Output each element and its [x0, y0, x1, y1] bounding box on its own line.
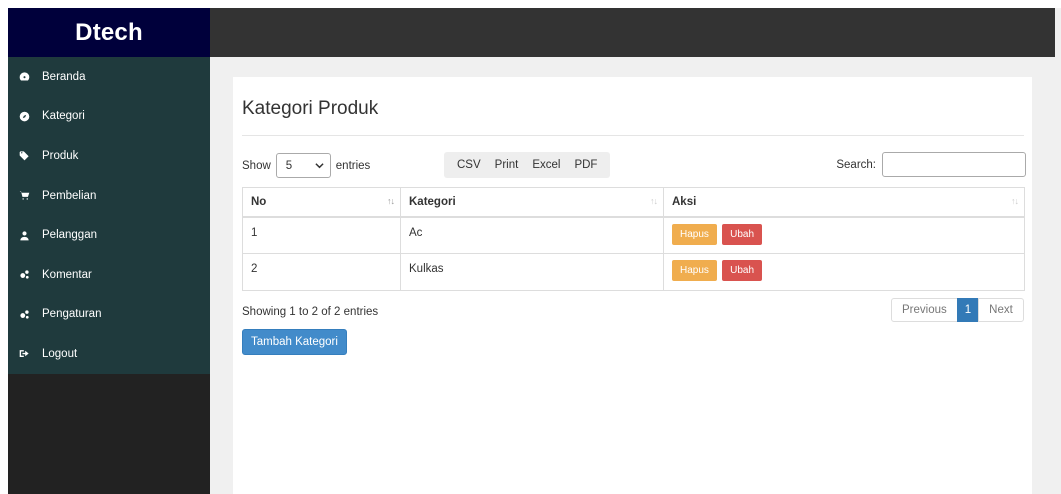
- sidebar-item-pengaturan[interactable]: Pengaturan: [8, 295, 210, 335]
- column-header-no[interactable]: No ↑↓: [242, 187, 401, 218]
- sort-icon: ↑↓: [650, 196, 658, 206]
- chevron-down-icon: [315, 163, 324, 169]
- column-header-aksi[interactable]: Aksi ↑↓: [663, 187, 1025, 218]
- sign-out-icon: [18, 348, 30, 360]
- column-header-kategori[interactable]: Kategori ↑↓: [400, 187, 664, 218]
- entries-length-control: Show 5 entries: [242, 153, 370, 178]
- hapus-button[interactable]: Hapus: [672, 223, 717, 245]
- print-button[interactable]: Print: [488, 159, 526, 171]
- csv-button[interactable]: CSV: [450, 159, 488, 171]
- page-scrollbar[interactable]: [1055, 8, 1061, 494]
- sort-icon: ↑↓: [1011, 196, 1019, 206]
- sidebar-item-label: Kategori: [42, 110, 85, 123]
- cogs-icon: [18, 269, 30, 281]
- dashboard-icon: [18, 71, 30, 83]
- sidebar-item-pelanggan[interactable]: Pelanggan: [8, 215, 210, 255]
- table-row: 1 Ac Hapus Ubah: [242, 216, 1025, 254]
- previous-page-button[interactable]: Previous: [891, 298, 958, 322]
- app-window: Dtech Beranda Kategori Produk Pembelian …: [0, 0, 1061, 494]
- cart-icon: [18, 190, 30, 202]
- ubah-button[interactable]: Ubah: [722, 223, 763, 245]
- sidebar-item-label: Beranda: [42, 70, 86, 83]
- cell-kategori: Kulkas: [400, 253, 664, 291]
- excel-button[interactable]: Excel: [525, 159, 567, 171]
- sidebar-item-pembelian[interactable]: Pembelian: [8, 176, 210, 216]
- ubah-button[interactable]: Ubah: [722, 260, 763, 281]
- sidebar-item-label: Logout: [42, 347, 78, 360]
- export-button-group: CSV Print Excel PDF: [444, 152, 611, 178]
- table-header-row: No ↑↓ Kategori ↑↓ Aksi ↑↓: [242, 187, 1025, 218]
- cell-no: 1: [242, 216, 401, 254]
- user-icon: [18, 229, 30, 241]
- sidebar-item-produk[interactable]: Produk: [8, 136, 210, 176]
- entries-select-value: 5: [285, 159, 293, 172]
- sidebar-item-logout[interactable]: Logout: [8, 334, 210, 374]
- tambah-kategori-button[interactable]: Tambah Kategori: [242, 329, 347, 355]
- tag-icon: [18, 150, 30, 162]
- pdf-button[interactable]: PDF: [567, 159, 604, 171]
- table-info: Showing 1 to 2 of 2 entries: [242, 306, 379, 318]
- cell-no: 2: [242, 253, 401, 291]
- search-control: Search:: [836, 152, 1026, 177]
- sidebar-item-label: Komentar: [42, 268, 92, 281]
- sidebar-item-label: Pembelian: [42, 189, 97, 202]
- kategori-table: No ↑↓ Kategori ↑↓ Aksi ↑↓ 1 Ac Hapus Ubah 2…: [242, 187, 1025, 291]
- pagination: Previous 1 Next: [891, 298, 1024, 322]
- top-navbar: [210, 8, 1061, 57]
- search-label: Search:: [836, 158, 876, 171]
- page-1-button[interactable]: 1: [956, 298, 980, 322]
- sidebar-item-label: Pelanggan: [42, 229, 97, 242]
- cogs-icon: [18, 308, 30, 320]
- cell-aksi: Hapus Ubah: [663, 216, 1025, 254]
- sidebar: Dtech Beranda Kategori Produk Pembelian …: [8, 8, 210, 494]
- sidebar-item-beranda[interactable]: Beranda: [8, 57, 210, 97]
- sidebar-item-label: Produk: [42, 149, 79, 162]
- brand-logo[interactable]: Dtech: [8, 8, 210, 57]
- page-title: Kategori Produk: [242, 98, 379, 119]
- entries-select[interactable]: 5: [275, 153, 331, 178]
- table-row: 2 Kulkas Hapus Ubah: [242, 253, 1025, 291]
- cell-kategori: Ac: [400, 216, 664, 254]
- sidebar-menu: Beranda Kategori Produk Pembelian Pelang…: [8, 57, 210, 374]
- title-divider: [242, 135, 1024, 136]
- compass-icon: [18, 110, 30, 122]
- cell-aksi: Hapus Ubah: [663, 253, 1025, 291]
- entries-label: entries: [335, 159, 371, 172]
- show-label: Show: [242, 159, 271, 172]
- sidebar-item-label: Pengaturan: [42, 308, 102, 321]
- sidebar-item-komentar[interactable]: Komentar: [8, 255, 210, 295]
- sort-icon: ↑↓: [387, 196, 395, 206]
- search-input[interactable]: [882, 152, 1026, 177]
- sidebar-item-kategori[interactable]: Kategori: [8, 97, 210, 137]
- hapus-button[interactable]: Hapus: [672, 260, 717, 281]
- next-page-button[interactable]: Next: [978, 298, 1024, 322]
